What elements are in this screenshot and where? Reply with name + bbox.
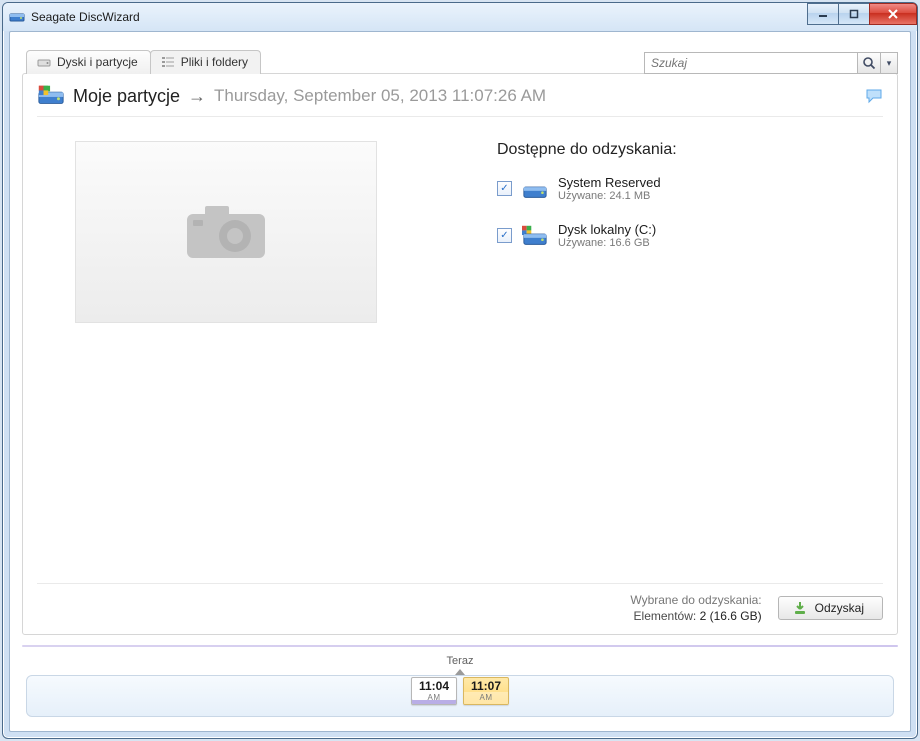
recover-button[interactable]: Odzyskaj bbox=[778, 596, 883, 620]
timeline-point-time: 11:07 bbox=[464, 680, 508, 692]
partition-text: Dysk lokalny (C:)Używane: 16.6 GB bbox=[558, 222, 656, 249]
partition-checkbox[interactable]: ✓ bbox=[497, 228, 512, 243]
timeline-point-period: AM bbox=[464, 692, 508, 704]
tab-disks-partitions[interactable]: Dyski i partycje bbox=[26, 50, 151, 74]
partition-text: System ReservedUżywane: 24.1 MB bbox=[558, 175, 661, 202]
app-icon bbox=[9, 9, 25, 25]
recoverable-heading: Dostępne do odzyskania: bbox=[497, 141, 677, 159]
minimize-button[interactable] bbox=[807, 3, 839, 25]
search-input[interactable] bbox=[644, 52, 857, 74]
camera-icon bbox=[181, 200, 271, 264]
timeline-points: 11:04AM11:07AM bbox=[411, 677, 509, 705]
search-button[interactable] bbox=[857, 52, 881, 74]
chevron-down-icon: ▾ bbox=[887, 58, 892, 69]
partition-row: ✓ System ReservedUżywane: 24.1 MB bbox=[497, 175, 677, 202]
timeline-point-time: 11:04 bbox=[412, 680, 456, 692]
timeline: Teraz 11:04AM11:07AM bbox=[22, 655, 898, 719]
partition-used: Używane: 24.1 MB bbox=[558, 190, 661, 202]
window-title: Seagate DiscWizard bbox=[31, 10, 140, 24]
search-box: ▾ bbox=[644, 52, 898, 74]
tab-label: Dyski i partycje bbox=[57, 55, 138, 69]
close-button[interactable] bbox=[869, 3, 917, 25]
recoverable-list: Dostępne do odzyskania: ✓ System Reserved… bbox=[497, 141, 677, 583]
partition-used: Używane: 16.6 GB bbox=[558, 237, 656, 249]
arrow-right-icon: → bbox=[188, 86, 206, 107]
client-area: Dyski i partycje Pliki i foldery bbox=[9, 31, 911, 732]
backup-name: Moje partycje bbox=[73, 86, 180, 107]
maximize-button[interactable] bbox=[838, 3, 870, 25]
selected-label: Wybrane do odzyskania: bbox=[630, 592, 761, 608]
top-toolbar: Dyski i partycje Pliki i foldery bbox=[22, 42, 898, 74]
tab-files-folders[interactable]: Pliki i foldery bbox=[150, 50, 261, 74]
recover-icon bbox=[793, 601, 807, 615]
elements-count: 2 bbox=[700, 609, 707, 623]
tab-label: Pliki i foldery bbox=[181, 55, 248, 69]
backup-timestamp: Thursday, September 05, 2013 11:07:26 AM bbox=[214, 86, 546, 106]
title-bar: Seagate DiscWizard bbox=[3, 3, 917, 31]
partition-row: ✓ Dysk lokalny (C:)Używane: 16.6 GB bbox=[497, 222, 677, 249]
timeline-point[interactable]: 11:04AM bbox=[411, 677, 457, 705]
drive-windows-icon bbox=[522, 226, 548, 246]
panel-body: Dostępne do odzyskania: ✓ System Reserved… bbox=[37, 117, 883, 583]
panel-footer: Wybrane do odzyskania: Elementów: 2 (16.… bbox=[37, 583, 883, 624]
divider bbox=[22, 645, 898, 647]
search-icon bbox=[862, 56, 876, 70]
timeline-point-period: AM bbox=[412, 692, 456, 704]
partition-checkbox[interactable]: ✓ bbox=[497, 181, 512, 196]
search-dropdown-button[interactable]: ▾ bbox=[881, 52, 898, 74]
recover-button-label: Odzyskaj bbox=[815, 601, 864, 615]
list-icon bbox=[161, 56, 175, 68]
selection-summary: Wybrane do odzyskania: Elementów: 2 (16.… bbox=[630, 592, 761, 624]
partition-name: Dysk lokalny (C:) bbox=[558, 222, 656, 237]
timeline-point[interactable]: 11:07AM bbox=[463, 677, 509, 705]
timeline-now-label: Teraz bbox=[447, 655, 474, 667]
backup-panel: Moje partycje → Thursday, September 05, … bbox=[22, 73, 898, 635]
elements-size: (16.6 GB) bbox=[710, 609, 762, 623]
comment-icon[interactable] bbox=[865, 88, 883, 104]
window-frame: Seagate DiscWizard bbox=[2, 2, 918, 739]
partition-name: System Reserved bbox=[558, 175, 661, 190]
tab-strip: Dyski i partycje Pliki i foldery bbox=[26, 50, 260, 74]
window-buttons bbox=[808, 3, 917, 25]
backup-thumbnail[interactable] bbox=[75, 141, 377, 323]
disk-icon bbox=[37, 56, 51, 68]
drive-icon bbox=[522, 179, 548, 199]
panel-header: Moje partycje → Thursday, September 05, … bbox=[37, 84, 883, 117]
elements-label: Elementów: bbox=[634, 609, 697, 623]
drive-icon bbox=[37, 84, 65, 108]
